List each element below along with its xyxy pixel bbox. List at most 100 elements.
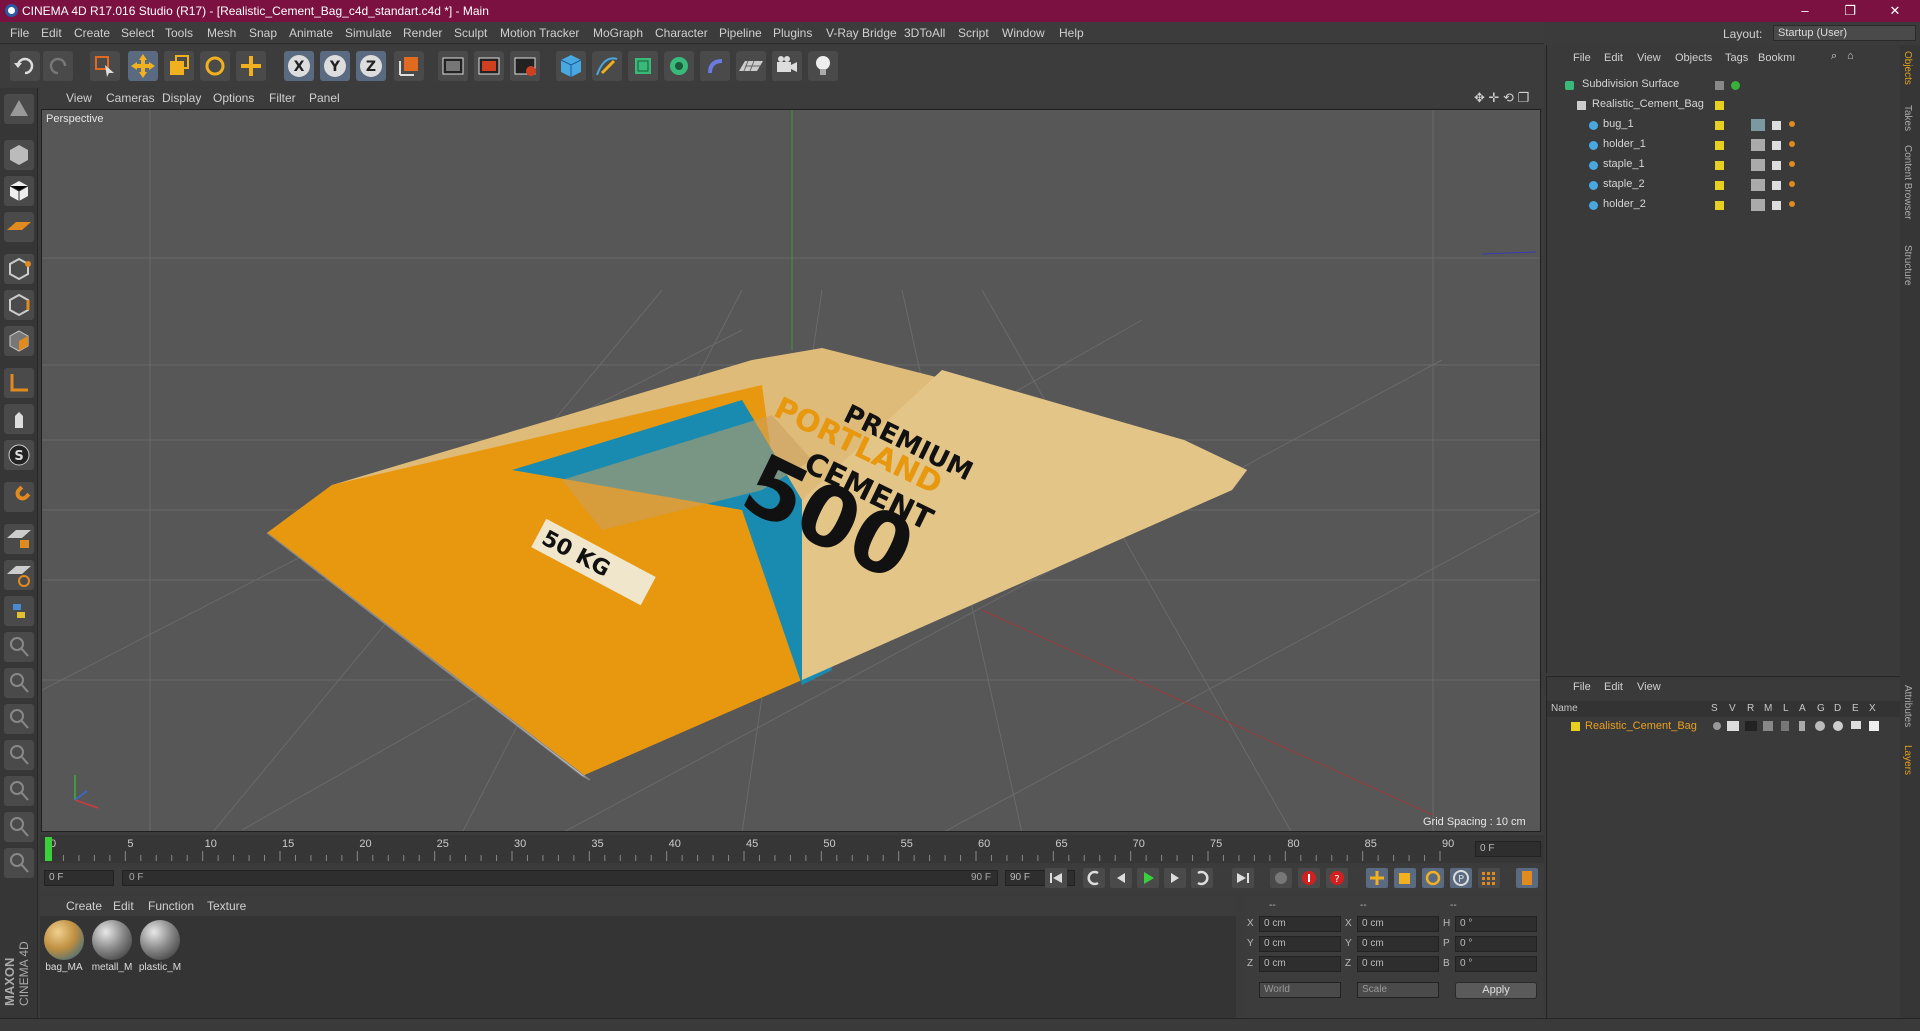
vp-menu-display[interactable]: Display [162,91,201,105]
edges-mode-icon[interactable] [4,290,34,320]
python-icon[interactable] [4,596,34,626]
transform-icon[interactable] [236,51,266,81]
deformer-icon[interactable] [700,51,730,81]
vp-menu-view[interactable]: View [66,91,92,105]
minimize-button[interactable]: – [1785,0,1825,22]
obj-menu-bookmarks[interactable]: Bookmı [1758,52,1795,64]
layer-menu-edit[interactable]: Edit [1604,681,1623,693]
menu-select[interactable]: Select [121,26,154,40]
coord-size-z-field[interactable]: 0 cm [1357,956,1439,972]
live-selection-icon[interactable] [90,51,120,81]
go-to-end-icon[interactable] [1232,868,1254,888]
uvw-tag-icon[interactable] [1772,181,1781,190]
layer-render-icon[interactable] [1745,721,1757,731]
frame-range-slider[interactable]: 0 F 90 F [122,870,998,886]
phong-tag-icon[interactable] [1789,141,1795,147]
phong-tag-icon[interactable] [1789,121,1795,127]
snap-icon[interactable]: S [4,440,34,470]
tab-structure[interactable]: Structure [1902,245,1913,286]
timeline-window-icon[interactable] [1516,868,1538,888]
phong-tag-icon[interactable] [1789,181,1795,187]
previous-frame-icon[interactable] [1110,868,1132,888]
mat-menu-edit[interactable]: Edit [113,899,134,913]
obj-menu-file[interactable]: File [1573,52,1591,64]
mat-menu-create[interactable]: Create [66,899,102,913]
tab-layers[interactable]: Layers [1902,745,1913,775]
menu-snap[interactable]: Snap [249,26,277,40]
cloner-icon[interactable] [664,51,694,81]
start-frame-field[interactable]: 0 F [44,870,114,886]
menu-sculpt[interactable]: Sculpt [454,26,487,40]
enabled-check-icon[interactable] [1731,81,1740,90]
tab-objects[interactable]: Objects [1902,51,1913,85]
layer-row[interactable]: Realistic_Cement_Bag [1547,718,1901,735]
object-row-holder-2[interactable]: holder_2 [1547,195,1901,215]
object-row-staple-1[interactable]: staple_1 [1547,155,1901,175]
layer-lock-icon[interactable] [1781,721,1789,731]
render-picture-viewer-icon[interactable] [474,51,504,81]
scale-icon[interactable] [164,51,194,81]
menu-mograph[interactable]: MoGraph [593,26,643,40]
layer-menu-view[interactable]: View [1637,681,1661,693]
mat-menu-function[interactable]: Function [148,899,194,913]
coord-pos-z-field[interactable]: 0 cm [1259,956,1341,972]
layer-solo-icon[interactable] [1713,722,1721,730]
z-axis-icon[interactable]: Z [356,51,386,81]
tweak-mode-icon[interactable] [4,404,34,434]
apply-button[interactable]: Apply [1455,982,1537,999]
coordinate-system-icon[interactable] [394,51,424,81]
sculpt-flatten-icon[interactable] [4,776,34,806]
sculpt-inflate-icon[interactable] [4,812,34,842]
rotate-icon[interactable] [200,51,230,81]
uvw-tag-icon[interactable] [1772,121,1781,130]
brush-tool-icon[interactable] [4,632,34,662]
polygons-mode-icon[interactable] [4,326,34,356]
obj-menu-view[interactable]: View [1637,52,1661,64]
subdivision-surface-icon[interactable] [628,51,658,81]
texture-tag-icon[interactable] [1751,119,1765,131]
light-icon[interactable] [808,51,838,81]
tab-content-browser[interactable]: Content Browser [1902,145,1913,219]
coord-space-dropdown[interactable]: World [1259,982,1341,998]
y-axis-icon[interactable]: Y [320,51,350,81]
floor-icon[interactable] [736,51,766,81]
next-frame-icon[interactable] [1164,868,1186,888]
sculpt-pull-icon[interactable] [4,668,34,698]
record-key-icon[interactable] [1298,868,1320,888]
points-mode-icon[interactable] [4,254,34,284]
pen-spline-icon[interactable] [592,51,622,81]
coord-pos-x-field[interactable]: 0 cm [1259,916,1341,932]
uvw-tag-icon[interactable] [1772,141,1781,150]
axis-mode-icon[interactable] [4,368,34,398]
x-axis-icon[interactable]: X [284,51,314,81]
texture-tag-icon[interactable] [1751,199,1765,211]
autokey-icon[interactable]: ? [1326,868,1348,888]
magnet-icon[interactable] [4,482,34,512]
texture-tag-icon[interactable] [1751,159,1765,171]
perspective-viewport[interactable]: PREMIUM PORTLAND CEMENT 500 50 KG Perspe… [41,109,1541,832]
next-key-icon[interactable] [1191,868,1213,888]
play-icon[interactable] [1137,868,1159,888]
obj-menu-objects[interactable]: Objects [1675,52,1712,64]
phong-tag-icon[interactable] [1789,201,1795,207]
obj-menu-edit[interactable]: Edit [1604,52,1623,64]
workplane-icon[interactable] [4,212,34,242]
key-position-icon[interactable] [1366,868,1388,888]
uvw-tag-icon[interactable] [1772,201,1781,210]
coord-rot-p-field[interactable]: 0 ° [1455,936,1537,952]
phong-tag-icon[interactable] [1789,161,1795,167]
key-parameter-icon[interactable]: P [1450,868,1472,888]
sculpt-grab-icon[interactable] [4,740,34,770]
layer-color-swatch[interactable] [1571,722,1580,731]
mat-menu-texture[interactable]: Texture [207,899,246,913]
key-rotation-icon[interactable] [1422,868,1444,888]
menu-animate[interactable]: Animate [289,26,333,40]
key-scale-icon[interactable] [1394,868,1416,888]
layer-expressions-icon[interactable] [1851,721,1861,729]
camera-icon[interactable] [772,51,802,81]
coord-size-y-field[interactable]: 0 cm [1357,936,1439,952]
object-row-bug-1[interactable]: bug_1 [1547,115,1901,135]
menu-simulate[interactable]: Simulate [345,26,392,40]
timeline-ruler[interactable]: 0 5 10 15 20 25 30 35 40 45 50 55 60 65 70 75 80 85 90 0 F [40,835,1544,863]
go-to-start-icon[interactable] [1045,868,1067,888]
